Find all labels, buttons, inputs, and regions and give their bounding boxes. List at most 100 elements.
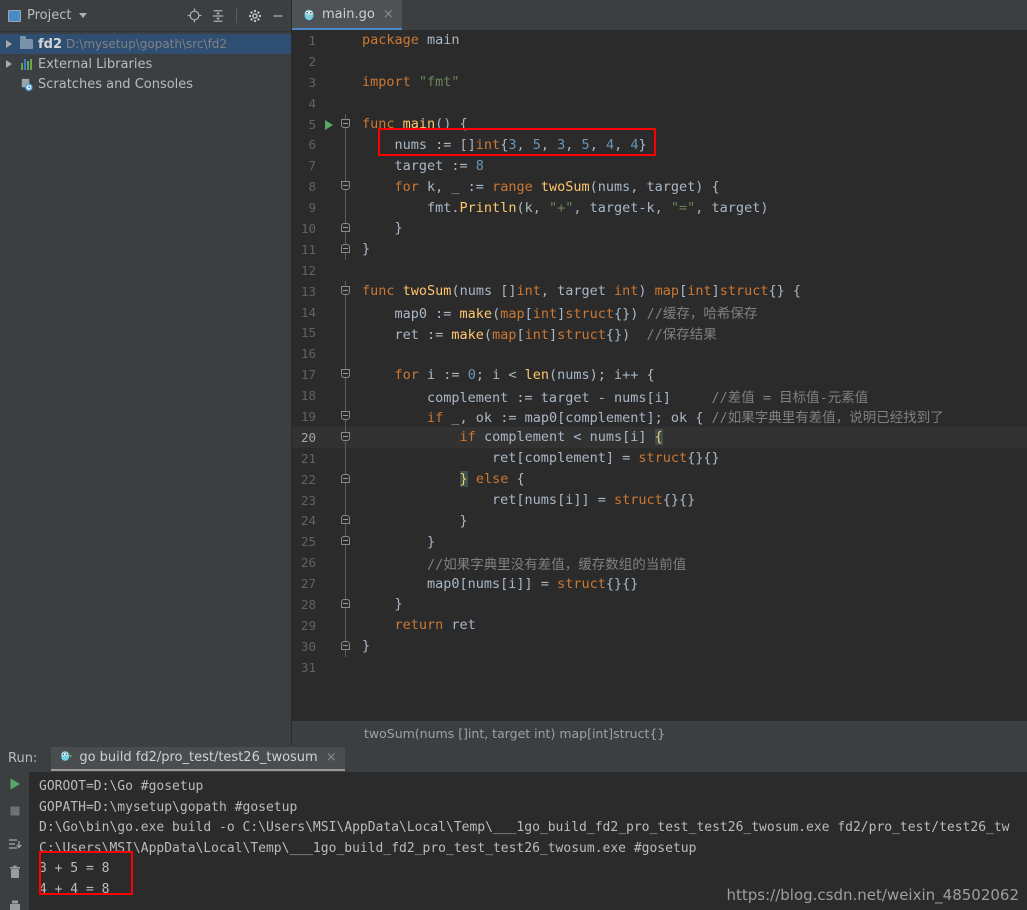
gutter-marker[interactable]	[322, 636, 338, 657]
code-line[interactable]: 15 ret := make(map[int]struct{}) //保存结果	[292, 322, 1027, 344]
stop-icon[interactable]	[7, 803, 23, 823]
gutter-marker[interactable]	[322, 343, 338, 364]
code-line[interactable]: 9 fmt.Println(k, "+", target-k, "=", tar…	[292, 197, 1027, 219]
fold-gutter[interactable]	[338, 218, 354, 239]
gutter-marker[interactable]	[322, 490, 338, 511]
run-gutter-icon[interactable]	[325, 119, 333, 130]
code-line[interactable]: 13 func twoSum(nums []int, target int) ma…	[292, 280, 1027, 302]
gutter-marker[interactable]	[322, 302, 338, 323]
fold-gutter[interactable]	[338, 489, 354, 511]
fold-gutter[interactable]	[338, 280, 354, 302]
fold-gutter[interactable]	[338, 176, 354, 198]
code-line[interactable]: 5 func main() {	[292, 113, 1027, 135]
code-line[interactable]: 24 }	[292, 510, 1027, 532]
fold-toggle-icon[interactable]	[341, 243, 350, 253]
gutter-marker[interactable]	[322, 594, 338, 615]
code-line[interactable]: 27 map0[nums[i]] = struct{}{}	[292, 573, 1027, 595]
fold-toggle-icon[interactable]	[341, 599, 350, 609]
gutter-marker[interactable]	[322, 93, 338, 114]
fold-toggle-icon[interactable]	[341, 536, 350, 546]
tree-item-fd2[interactable]: fd2 D:\mysetup\gopath\src\fd2	[0, 34, 291, 54]
fold-toggle-icon[interactable]	[341, 411, 350, 421]
print-icon[interactable]	[7, 898, 23, 910]
code-line[interactable]: 28 }	[292, 594, 1027, 615]
gutter-marker[interactable]	[322, 510, 338, 531]
collapse-all-icon[interactable]	[211, 9, 225, 23]
gutter-marker[interactable]	[322, 281, 338, 302]
fold-gutter[interactable]	[338, 322, 354, 344]
fold-gutter[interactable]	[338, 134, 354, 156]
gutter-marker[interactable]	[322, 615, 338, 636]
fold-gutter[interactable]	[338, 657, 354, 678]
tree-item-scratches-and-consoles[interactable]: Scratches and Consoles	[0, 74, 291, 94]
gutter-marker[interactable]	[322, 239, 338, 260]
gutter-marker[interactable]	[322, 72, 338, 93]
fold-toggle-icon[interactable]	[341, 223, 350, 233]
gutter-marker[interactable]	[322, 114, 338, 135]
code-line[interactable]: 4	[292, 93, 1027, 114]
gutter-marker[interactable]	[322, 134, 338, 155]
fold-toggle-icon[interactable]	[341, 515, 350, 525]
code-line[interactable]: 1 package main	[292, 30, 1027, 51]
code-line[interactable]: 30}	[292, 635, 1027, 657]
settings-gear-icon[interactable]	[248, 9, 262, 23]
fold-gutter[interactable]	[338, 93, 354, 114]
gutter-marker[interactable]	[322, 30, 338, 51]
rerun-icon[interactable]	[7, 776, 23, 796]
fold-toggle-icon[interactable]	[341, 431, 350, 441]
fold-gutter[interactable]	[338, 426, 354, 448]
fold-gutter[interactable]	[338, 406, 354, 427]
fold-gutter[interactable]	[338, 343, 354, 365]
fold-gutter[interactable]	[338, 614, 354, 636]
code-line[interactable]: 10 }	[292, 218, 1027, 239]
gutter-marker[interactable]	[322, 51, 338, 72]
gutter-marker[interactable]	[322, 448, 338, 469]
gutter-marker[interactable]	[322, 197, 338, 218]
code-line[interactable]: 16	[292, 343, 1027, 365]
fold-toggle-icon[interactable]	[341, 640, 350, 650]
code-line[interactable]: 18 complement := target - nums[i] //差值 =…	[292, 385, 1027, 407]
gutter-marker[interactable]	[322, 322, 338, 343]
code-line[interactable]: 31	[292, 657, 1027, 678]
code-line[interactable]: 2	[292, 51, 1027, 72]
fold-gutter[interactable]	[338, 113, 354, 135]
trash-icon[interactable]	[7, 864, 23, 884]
code-line[interactable]: 12	[292, 260, 1027, 281]
fold-gutter[interactable]	[338, 531, 354, 553]
gutter-marker[interactable]	[322, 385, 338, 406]
expand-arrow-icon[interactable]	[4, 37, 14, 52]
code-line[interactable]: 29 return ret	[292, 614, 1027, 636]
fold-gutter[interactable]	[338, 635, 354, 657]
gutter-marker[interactable]	[322, 469, 338, 490]
gutter-marker[interactable]	[322, 155, 338, 176]
project-title-button[interactable]: Project	[8, 8, 187, 23]
fold-toggle-icon[interactable]	[341, 369, 350, 379]
gutter-marker[interactable]	[322, 531, 338, 552]
fold-gutter[interactable]	[338, 385, 354, 407]
fold-gutter[interactable]	[338, 30, 354, 51]
fold-gutter[interactable]	[338, 197, 354, 219]
code-line[interactable]: 14 map0 := make(map[int]struct{}) //缓存，哈…	[292, 301, 1027, 323]
code-line[interactable]: 6 nums := []int{3, 5, 3, 5, 4, 4}	[292, 134, 1027, 156]
tree-item-external-libraries[interactable]: External Libraries	[0, 54, 291, 74]
close-icon[interactable]: ×	[383, 7, 394, 22]
fold-toggle-icon[interactable]	[341, 285, 350, 295]
code-line[interactable]: 25 }	[292, 531, 1027, 553]
locate-icon[interactable]	[187, 8, 202, 23]
code-line[interactable]: 11}	[292, 238, 1027, 260]
fold-gutter[interactable]	[338, 301, 354, 323]
code-line[interactable]: 19 if _, ok := map0[complement]; ok { //…	[292, 406, 1027, 427]
gutter-marker[interactable]	[322, 657, 338, 678]
fold-gutter[interactable]	[338, 594, 354, 615]
code-line[interactable]: 22 } else {	[292, 468, 1027, 490]
fold-gutter[interactable]	[338, 468, 354, 490]
gutter-marker[interactable]	[322, 176, 338, 197]
fold-toggle-icon[interactable]	[341, 473, 350, 483]
code-line[interactable]: 21 ret[complement] = struct{}{}	[292, 447, 1027, 469]
fold-gutter[interactable]	[338, 552, 354, 574]
gutter-marker[interactable]	[322, 218, 338, 239]
code-line[interactable]: 20 if complement < nums[i] {	[292, 426, 1027, 448]
run-configuration-tab[interactable]: go build fd2/pro_test/test26_twosum ×	[51, 746, 345, 771]
gutter-marker[interactable]	[322, 552, 338, 573]
gutter-marker[interactable]	[322, 364, 338, 385]
